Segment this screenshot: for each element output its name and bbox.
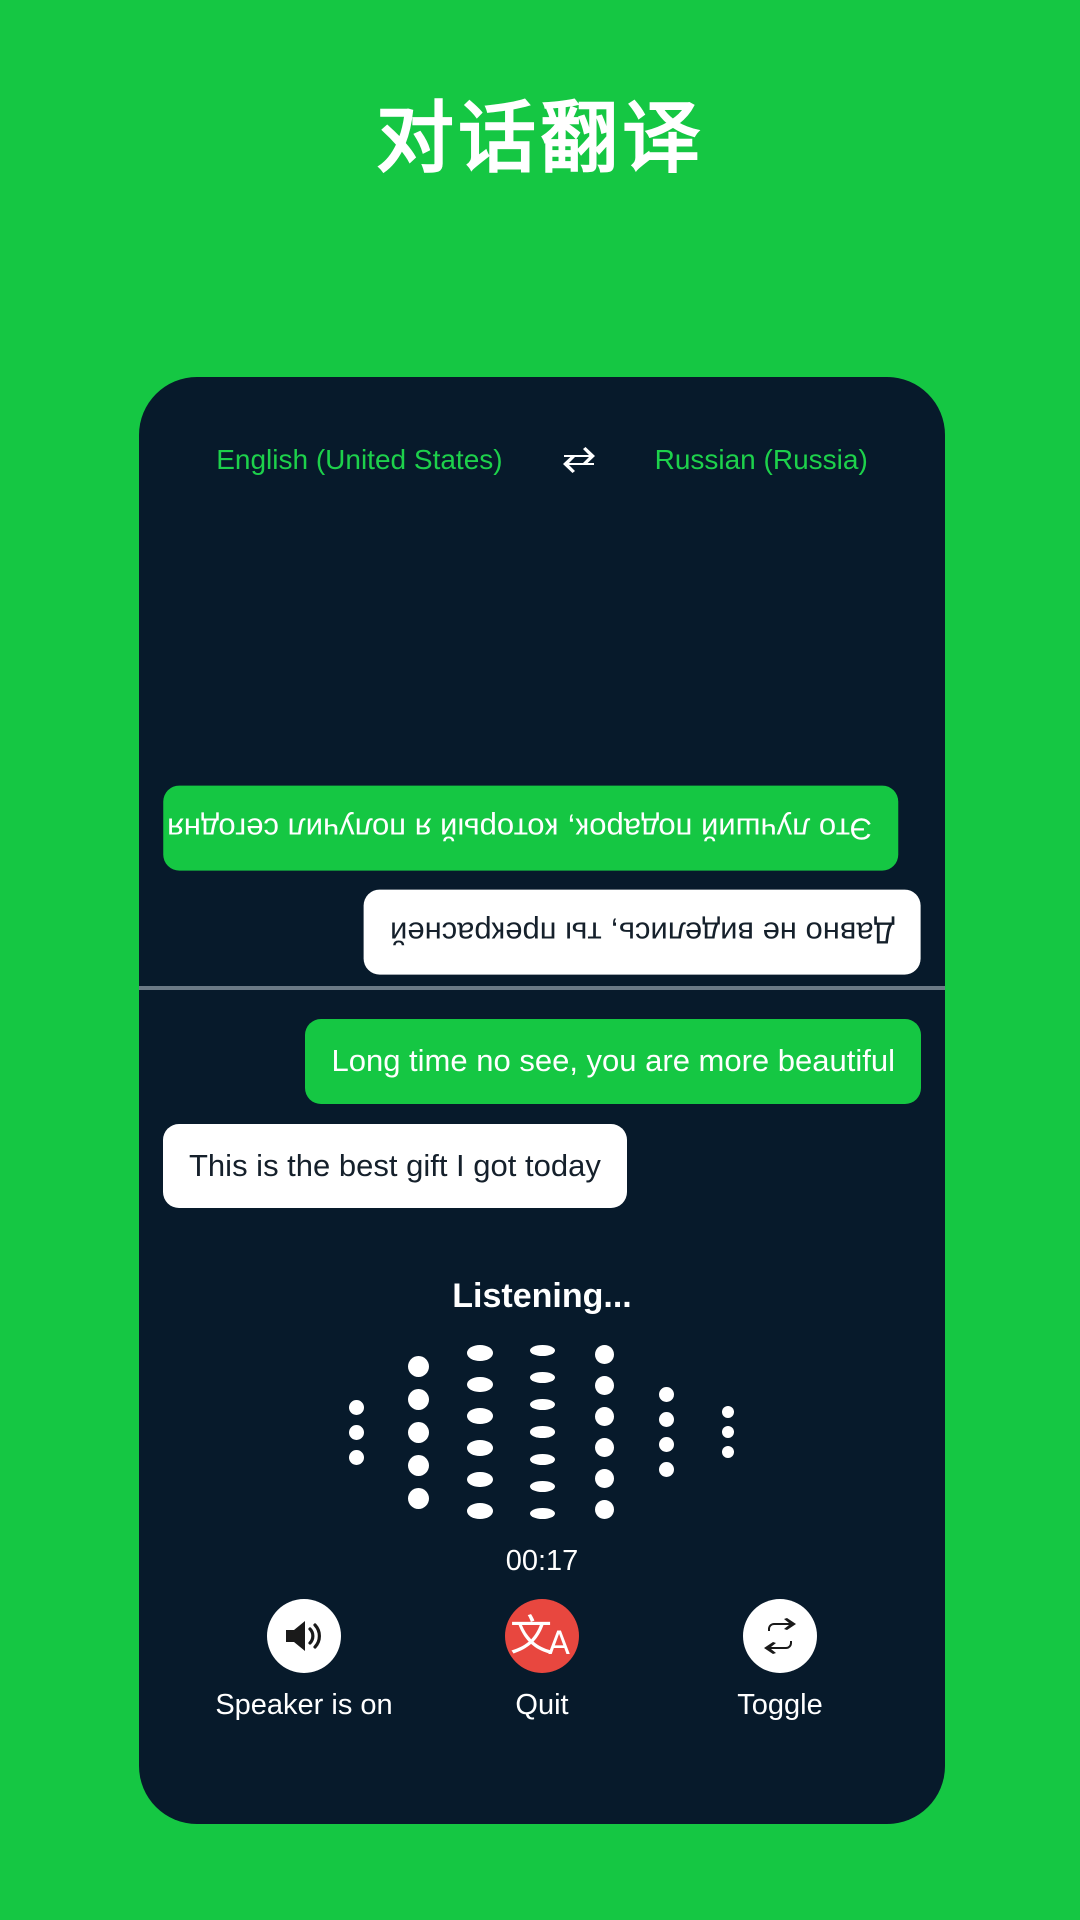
language-bar: English (United States) Russian (Russia) bbox=[139, 437, 945, 483]
message-row: This is the best gift I got today bbox=[163, 1123, 921, 1209]
control-bar: Speaker is on 文A Quit Toggle bbox=[139, 1599, 945, 1749]
waveform-dot bbox=[594, 1345, 614, 1364]
waveform-dot bbox=[467, 1376, 493, 1393]
waveform-dot bbox=[467, 1503, 493, 1520]
waveform-dot bbox=[529, 1507, 555, 1519]
waveform-column bbox=[635, 1337, 697, 1527]
waveform-dot bbox=[658, 1412, 674, 1427]
waveform-column bbox=[573, 1337, 635, 1527]
message-row: Это лучший подарок, который я получил се… bbox=[163, 785, 921, 871]
waveform-dot bbox=[407, 1487, 429, 1509]
toggle-button[interactable]: Toggle bbox=[675, 1599, 885, 1722]
waveform-dot bbox=[467, 1471, 493, 1488]
message-row: Long time no see, you are more beautiful bbox=[163, 1019, 921, 1104]
toggle-label: Toggle bbox=[737, 1689, 823, 1721]
waveform-dot bbox=[529, 1453, 555, 1465]
waveform-column bbox=[449, 1337, 511, 1527]
target-language-selector[interactable]: Russian (Russia) bbox=[655, 444, 868, 476]
app-root: 对话翻译 English (United States) Russian (Ru… bbox=[0, 0, 1080, 1920]
message-bubble-remote-1[interactable]: Это лучший подарок, который я получил се… bbox=[163, 785, 899, 871]
speaker-on-icon[interactable] bbox=[267, 1599, 341, 1673]
waveform-dot bbox=[467, 1344, 493, 1361]
waveform-dot bbox=[722, 1406, 734, 1418]
local-conversation-panel: Long time no see, you are more beautiful… bbox=[139, 993, 945, 1263]
swap-horizontal-arrows-icon[interactable] bbox=[561, 442, 597, 478]
translate-glyph: 文A bbox=[510, 1611, 570, 1662]
waveform-dot bbox=[407, 1355, 429, 1377]
waveform-column bbox=[325, 1337, 387, 1527]
swap-repeat-icon[interactable] bbox=[743, 1599, 817, 1673]
waveform-dot bbox=[407, 1454, 429, 1476]
quit-button[interactable]: 文A Quit bbox=[437, 1599, 647, 1722]
waveform-dot bbox=[529, 1426, 555, 1438]
waveform-dot bbox=[658, 1437, 674, 1452]
waveform-dot bbox=[529, 1372, 555, 1384]
waveform-dot bbox=[467, 1408, 493, 1424]
message-bubble-local-1[interactable]: Long time no see, you are more beautiful bbox=[305, 1019, 921, 1104]
message-row: Давно не виделись, ты прекрасней bbox=[163, 890, 921, 975]
panel-divider bbox=[139, 986, 945, 990]
waveform-dot bbox=[529, 1399, 555, 1411]
waveform-dot bbox=[467, 1440, 493, 1456]
waveform-dot bbox=[594, 1438, 614, 1457]
audio-waveform-visualizer bbox=[139, 1337, 945, 1527]
waveform-dot bbox=[348, 1449, 364, 1465]
waveform-dot bbox=[594, 1469, 614, 1488]
remote-conversation-panel: Это лучший подарок, который я получил се… bbox=[139, 487, 945, 987]
recording-timer: 00:17 bbox=[505, 1545, 579, 1577]
waveform-dot bbox=[529, 1345, 555, 1357]
message-bubble-remote-2[interactable]: Давно не виделись, ты прекрасней bbox=[364, 890, 921, 975]
waveform-dot bbox=[348, 1424, 364, 1440]
waveform-column bbox=[387, 1337, 449, 1527]
source-language-selector[interactable]: English (United States) bbox=[216, 444, 502, 476]
speaker-toggle-label: Speaker is on bbox=[215, 1689, 393, 1721]
listening-status-label: Listening... bbox=[452, 1277, 632, 1315]
waveform-dot bbox=[407, 1388, 429, 1410]
waveform-dot bbox=[348, 1399, 364, 1415]
phone-card: English (United States) Russian (Russia)… bbox=[139, 377, 945, 1824]
waveform-dot bbox=[658, 1462, 674, 1477]
speaker-toggle-button[interactable]: Speaker is on bbox=[199, 1599, 409, 1722]
waveform-dot bbox=[529, 1480, 555, 1492]
waveform-dot bbox=[722, 1426, 734, 1438]
waveform-column bbox=[511, 1337, 573, 1527]
waveform-dot bbox=[658, 1387, 674, 1402]
quit-label: Quit bbox=[515, 1689, 569, 1721]
waveform-dot bbox=[594, 1500, 614, 1519]
message-bubble-local-2[interactable]: This is the best gift I got today bbox=[163, 1123, 627, 1209]
translate-icon[interactable]: 文A bbox=[505, 1599, 579, 1673]
page-title: 对话翻译 bbox=[375, 94, 704, 184]
waveform-dot bbox=[594, 1376, 614, 1395]
waveform-dot bbox=[722, 1446, 734, 1458]
waveform-dot bbox=[594, 1407, 614, 1426]
waveform-dot bbox=[407, 1421, 429, 1443]
waveform-column bbox=[697, 1337, 759, 1527]
